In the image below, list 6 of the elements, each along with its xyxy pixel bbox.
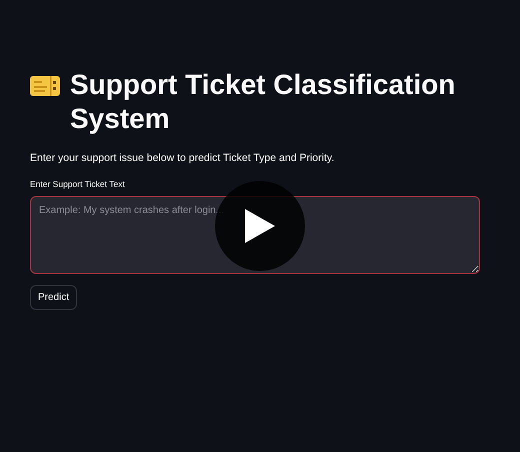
- field-label: Enter Support Ticket Text: [30, 178, 125, 190]
- play-icon: [245, 209, 275, 243]
- ticket-icon: [30, 76, 60, 96]
- page-title: Support Ticket Classification System: [70, 68, 456, 136]
- predict-button[interactable]: Predict: [30, 285, 78, 310]
- description-text: Enter your support issue below to predict Ticket Type and Priority.: [30, 151, 336, 166]
